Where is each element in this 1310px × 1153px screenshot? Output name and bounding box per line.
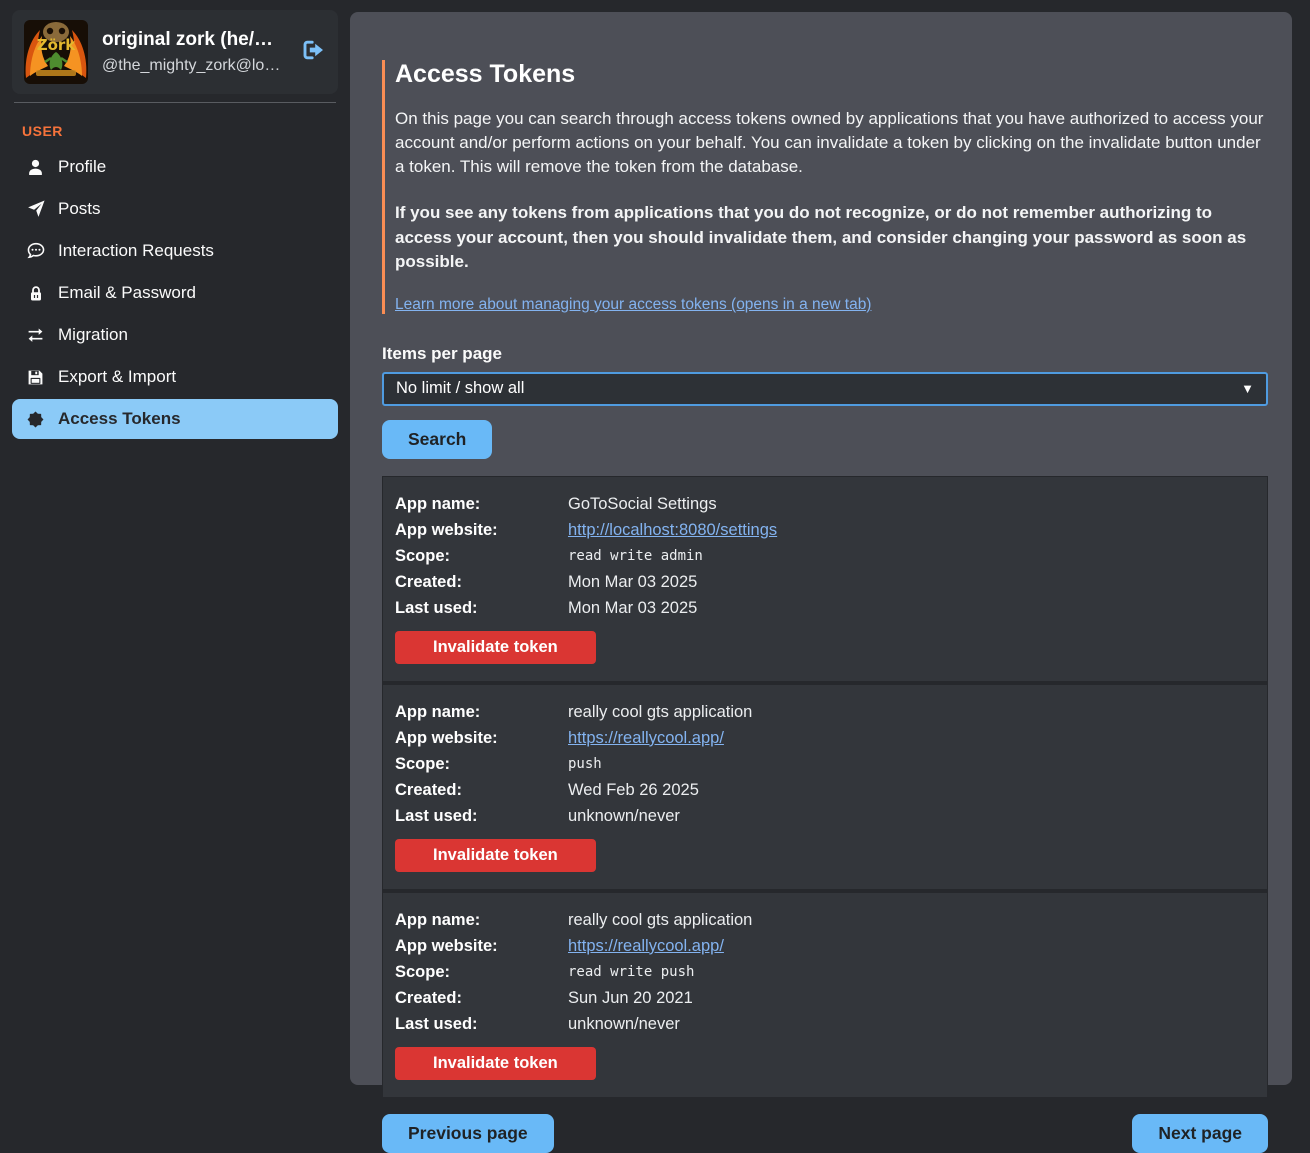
field-created: Created: Mon Mar 03 2025 — [395, 569, 1255, 595]
paper-plane-icon — [26, 200, 45, 218]
sidebar-item-posts[interactable]: Posts — [12, 189, 338, 229]
field-label: App website: — [395, 517, 568, 543]
user-handle: @the_mighty_zork@lo… — [102, 57, 288, 75]
token-entry: App name: GoToSocial Settings App websit… — [383, 477, 1267, 685]
app-name-value: really cool gts application — [568, 699, 1255, 725]
field-created: Created: Sun Jun 20 2021 — [395, 985, 1255, 1011]
field-scope: Scope: read write admin — [395, 543, 1255, 569]
invalidate-token-button[interactable]: Invalidate token — [395, 1047, 596, 1080]
user-display-name: original zork (he/… — [102, 29, 288, 51]
sidebar-item-export-import[interactable]: Export & Import — [12, 357, 338, 397]
sidebar-item-label: Profile — [58, 157, 106, 177]
learn-more-link[interactable]: Learn more about managing your access to… — [395, 296, 871, 313]
user-icon — [26, 159, 45, 176]
field-app-website: App website: https://reallycool.app/ — [395, 933, 1255, 959]
items-per-page-label: Items per page — [382, 344, 1268, 364]
field-label: Scope: — [395, 959, 568, 985]
last-used-value: unknown/never — [568, 803, 1255, 829]
divider — [14, 102, 336, 103]
pagination: Previous page Next page — [382, 1114, 1268, 1153]
token-list: App name: GoToSocial Settings App websit… — [382, 476, 1268, 1098]
app-name-value: really cool gts application — [568, 907, 1255, 933]
last-used-value: unknown/never — [568, 1011, 1255, 1037]
sidebar-item-label: Migration — [58, 325, 128, 345]
user-card[interactable]: Zörk original zork (he/… @the_mighty_zor… — [12, 10, 338, 94]
field-app-name: App name: really cool gts application — [395, 699, 1255, 725]
sidebar-item-label: Interaction Requests — [58, 241, 214, 261]
field-app-website: App website: http://localhost:8080/setti… — [395, 517, 1255, 543]
field-created: Created: Wed Feb 26 2025 — [395, 777, 1255, 803]
field-last-used: Last used: unknown/never — [395, 1011, 1255, 1037]
created-value: Sun Jun 20 2021 — [568, 985, 1255, 1011]
sidebar-item-access-tokens[interactable]: Access Tokens — [12, 399, 338, 439]
token-entry: App name: really cool gts application Ap… — [383, 685, 1267, 893]
field-label: App website: — [395, 933, 568, 959]
field-app-name: App name: really cool gts application — [395, 907, 1255, 933]
field-scope: Scope: push — [395, 751, 1255, 777]
sidebar-item-interaction-requests[interactable]: Interaction Requests — [12, 231, 338, 271]
sidebar-item-label: Posts — [58, 199, 101, 219]
sidebar-item-migration[interactable]: Migration — [12, 315, 338, 355]
field-scope: Scope: read write push — [395, 959, 1255, 985]
scope-value: read write admin — [568, 543, 1255, 569]
selected-option: No limit / show all — [396, 379, 1241, 398]
field-label: Created: — [395, 985, 568, 1011]
created-value: Mon Mar 03 2025 — [568, 569, 1255, 595]
invalidate-token-button[interactable]: Invalidate token — [395, 839, 596, 872]
scope-value: push — [568, 751, 1255, 777]
last-used-value: Mon Mar 03 2025 — [568, 595, 1255, 621]
main-panel: Access Tokens On this page you can searc… — [350, 12, 1292, 1085]
page-intro: Access Tokens On this page you can searc… — [382, 60, 1268, 314]
svg-text:Zörk: Zörk — [37, 36, 77, 54]
field-label: Created: — [395, 569, 568, 595]
app-name-value: GoToSocial Settings — [568, 491, 1255, 517]
next-page-button[interactable]: Next page — [1132, 1114, 1268, 1153]
user-meta: original zork (he/… @the_mighty_zork@lo… — [102, 29, 288, 75]
field-app-name: App name: GoToSocial Settings — [395, 491, 1255, 517]
field-label: App name: — [395, 699, 568, 725]
field-label: Last used: — [395, 803, 568, 829]
transfer-arrows-icon — [26, 327, 45, 344]
page-title: Access Tokens — [395, 60, 1268, 89]
field-label: App name: — [395, 491, 568, 517]
token-entry: App name: really cool gts application Ap… — [383, 893, 1267, 1097]
sidebar-item-label: Export & Import — [58, 367, 176, 387]
field-label: App website: — [395, 725, 568, 751]
previous-page-button[interactable]: Previous page — [382, 1114, 554, 1153]
field-label: Last used: — [395, 595, 568, 621]
invalidate-token-button[interactable]: Invalidate token — [395, 631, 596, 664]
sidebar-item-profile[interactable]: Profile — [12, 147, 338, 187]
certificate-icon — [26, 411, 45, 428]
sidebar: Zörk original zork (he/… @the_mighty_zor… — [0, 0, 350, 1097]
lock-icon — [26, 285, 45, 302]
floppy-disk-icon — [26, 369, 45, 386]
field-label: Created: — [395, 777, 568, 803]
field-app-website: App website: https://reallycool.app/ — [395, 725, 1255, 751]
app-website-link[interactable]: https://reallycool.app/ — [568, 933, 1255, 959]
search-button[interactable]: Search — [382, 420, 492, 459]
sidebar-item-email-password[interactable]: Email & Password — [12, 273, 338, 313]
warning-paragraph: If you see any tokens from applications … — [395, 201, 1268, 273]
sidebar-item-label: Access Tokens — [58, 409, 181, 429]
sidebar-section-user: USER — [22, 123, 350, 139]
sidebar-item-label: Email & Password — [58, 283, 196, 303]
app-website-link[interactable]: https://reallycool.app/ — [568, 725, 1255, 751]
intro-paragraph: On this page you can search through acce… — [395, 107, 1268, 179]
sign-out-icon — [302, 39, 326, 66]
field-last-used: Last used: unknown/never — [395, 803, 1255, 829]
avatar: Zörk — [24, 20, 88, 84]
comment-dots-icon — [26, 242, 45, 260]
field-label: Scope: — [395, 751, 568, 777]
field-label: Last used: — [395, 1011, 568, 1037]
items-per-page-select[interactable]: No limit / show all ▼ — [382, 372, 1268, 406]
scope-value: read write push — [568, 959, 1255, 985]
field-label: App name: — [395, 907, 568, 933]
chevron-down-icon: ▼ — [1241, 381, 1254, 396]
created-value: Wed Feb 26 2025 — [568, 777, 1255, 803]
field-label: Scope: — [395, 543, 568, 569]
logout-button[interactable] — [302, 39, 326, 66]
app-website-link[interactable]: http://localhost:8080/settings — [568, 517, 1255, 543]
field-last-used: Last used: Mon Mar 03 2025 — [395, 595, 1255, 621]
